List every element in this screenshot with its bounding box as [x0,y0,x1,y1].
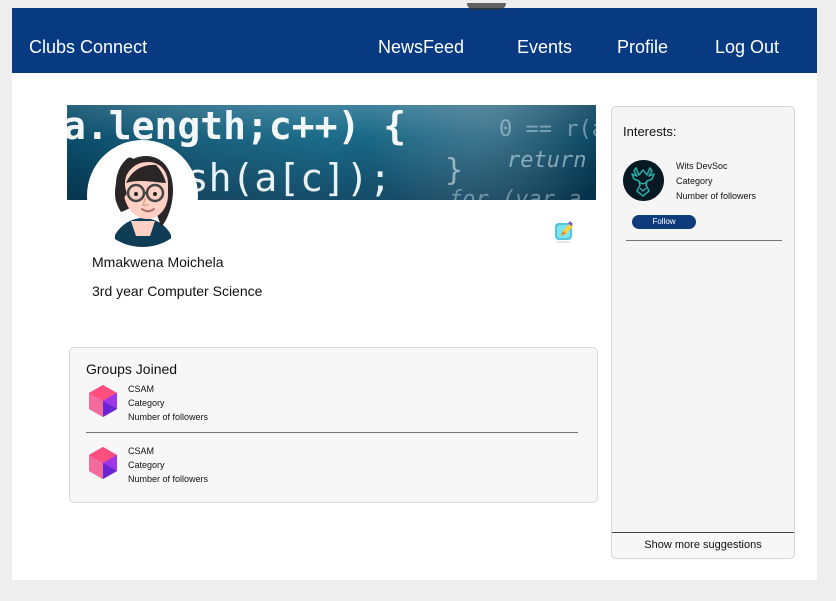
top-tab-shadow [467,3,506,10]
group-details: CSAM Category Number of followers [128,382,208,424]
interests-title: Interests: [623,124,677,139]
group-category: Category [128,460,165,470]
deer-logo-icon [623,160,664,201]
follow-button[interactable]: Follow [632,215,696,229]
group-followers: Number of followers [128,412,209,422]
show-more-suggestions-button[interactable]: Show more suggestions [612,532,794,558]
club-name: Wits DevSoc [676,161,728,171]
page: Clubs Connect NewsFeed Events Profile Lo… [12,3,817,580]
nav-profile-link[interactable]: Profile [617,36,668,58]
brand-title[interactable]: Clubs Connect [29,36,147,58]
club-category: Category [676,176,713,186]
nav-logout-link[interactable]: Log Out [715,36,779,58]
cover-code-fragment-one: 0 == r(a[c [499,117,596,142]
group-list-item[interactable]: CSAM Category Number of followers [86,444,571,492]
cover-code-fragment-four: } [445,153,463,188]
group-category: Category [128,398,165,408]
profile-course: 3rd year Computer Science [92,283,263,299]
club-followers: Number of followers [676,191,757,201]
group-divider [86,432,578,433]
group-details: CSAM Category Number of followers [128,444,208,486]
hexagon-logo-icon [86,384,120,418]
student-avatar-icon [91,144,194,247]
edit-icon[interactable] [554,219,573,244]
interests-card: Interests: Wits DevSoc Category Number o… [611,106,795,559]
group-followers: Number of followers [128,474,209,484]
nav-newsfeed-link[interactable]: NewsFeed [378,36,464,58]
nav-events-link[interactable]: Events [517,36,572,58]
hexagon-logo-icon [86,446,120,480]
cover-code-line-one: a.length;c++) { [67,105,406,148]
interest-divider [626,240,782,241]
club-details: Wits DevSoc Category Number of followers [676,159,756,204]
cover-code-fragment-two: return b; [507,148,596,173]
profile-name: Mmakwena Moichela [92,254,224,270]
top-navigation-bar: Clubs Connect NewsFeed Events Profile Lo… [12,3,817,73]
group-name: CSAM [128,384,155,394]
groups-joined-title: Groups Joined [86,361,178,377]
group-name: CSAM [128,446,155,456]
group-list-item[interactable]: CSAM Category Number of followers [86,382,571,430]
cover-code-fragment-three: for (var a = $( [449,187,596,200]
groups-joined-card: Groups Joined CSAM Category Number of fo… [69,347,598,503]
